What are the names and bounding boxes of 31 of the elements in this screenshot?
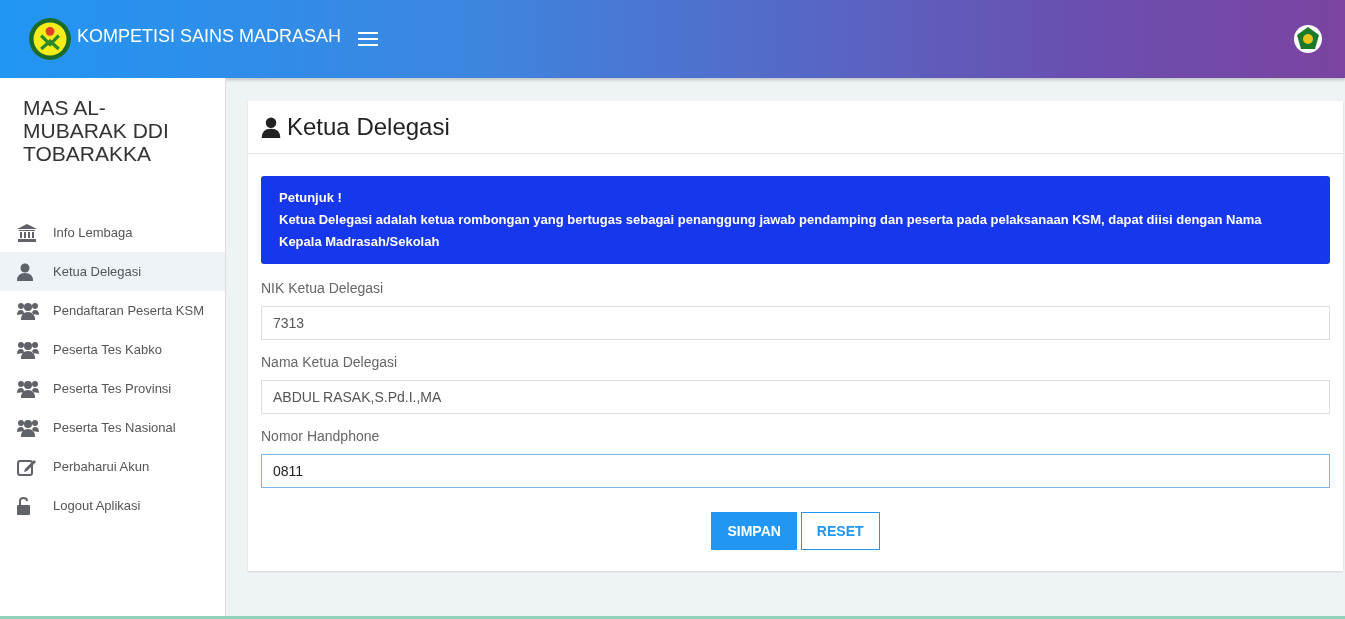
field-label: NIK Ketua Delegasi [261, 280, 385, 296]
user-icon [17, 262, 33, 281]
app-title: KOMPETISI SAINS MADRASAH [77, 25, 342, 47]
field-label: Nama Ketua Delegasi [261, 354, 399, 370]
sidebar-item[interactable]: Perbaharui Akun [0, 447, 225, 487]
input-field[interactable]: ABDUL RASAK,S.Pd.I.,MA [261, 380, 1330, 414]
sidebar-item[interactable]: Logout Aplikasi [0, 486, 225, 526]
user-icon [261, 116, 281, 138]
notice-text: Ketua Delegasi adalah ketua rombongan yang bertugas sebagai penanggung jawab pendamping dan peserta pada pelaksanaan KSM, dapat diisi dengan Nama Kepala Madrasah/Sekolah [279, 211, 1263, 251]
sidebar-item[interactable]: Peserta Tes Provinsi [0, 369, 225, 409]
input-field[interactable]: 0811 [261, 454, 1330, 488]
users-icon [17, 301, 39, 320]
unlock-icon [17, 496, 31, 515]
sidebar-item[interactable]: Peserta Tes Nasional [0, 408, 225, 448]
institution-name: MAS AL-MUBARAK DDI TOBARAKKA [22, 95, 170, 166]
users-icon [17, 418, 39, 437]
users-icon [17, 379, 39, 398]
field-label: Nomor Handphone [261, 428, 381, 444]
emblem-logo [1293, 24, 1323, 54]
users-icon [17, 340, 39, 359]
sidebar-item[interactable]: Pendaftaran Peserta KSM [0, 291, 225, 331]
emblem-logo [28, 17, 72, 61]
menu-icon[interactable] [358, 31, 379, 47]
bank-icon [17, 223, 37, 242]
sidebar-item[interactable]: Ketua Delegasi [0, 252, 225, 292]
sidebar-item[interactable]: Peserta Tes Kabko [0, 330, 225, 370]
input-field[interactable]: 7313 [261, 306, 1330, 340]
sidebar-item[interactable]: Info Lembaga [0, 213, 225, 253]
card-title: Ketua Delegasi [287, 113, 450, 141]
notice-heading: Petunjuk ! [279, 189, 343, 207]
edit-icon [17, 457, 37, 476]
